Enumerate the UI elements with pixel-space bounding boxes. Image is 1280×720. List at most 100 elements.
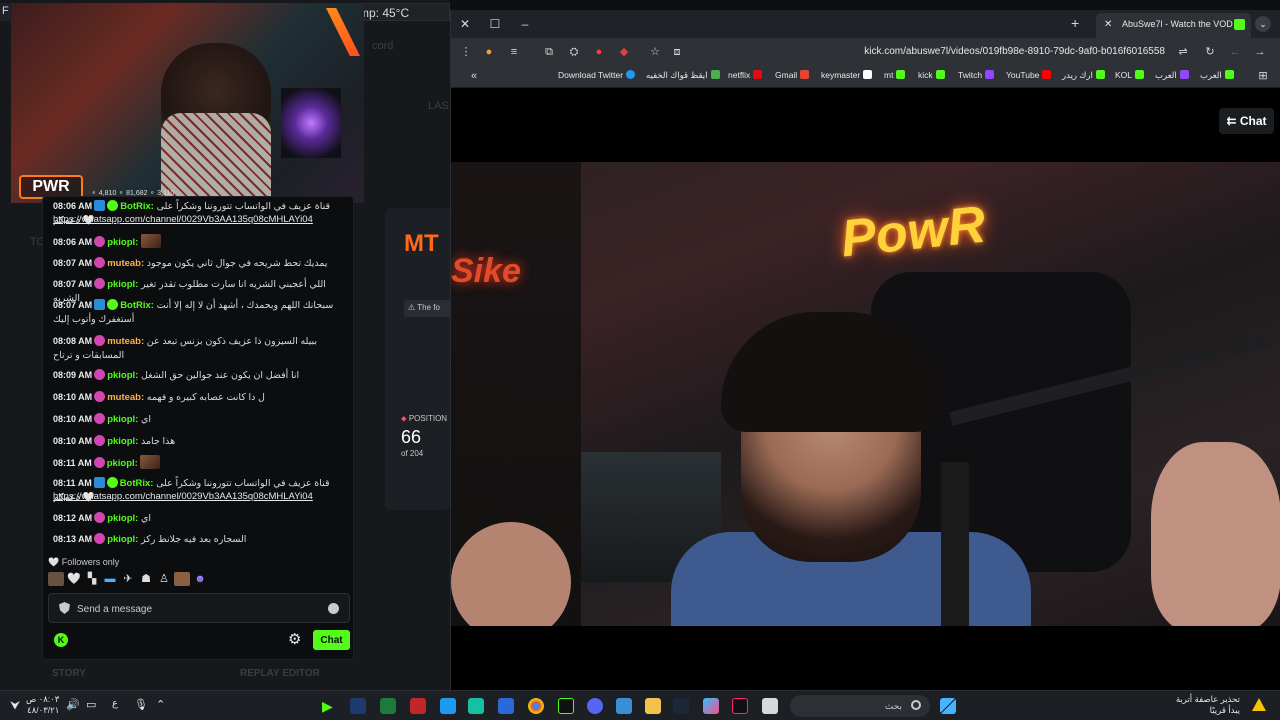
taskbar-search[interactable]: بحث xyxy=(790,695,930,717)
bookmark-item[interactable]: netflix xyxy=(728,70,763,80)
reload-icon[interactable]: ↻ xyxy=(1202,44,1218,60)
gmail-icon xyxy=(800,70,810,79)
bookmark-label: mt xyxy=(884,70,894,80)
message-username[interactable]: muteab: xyxy=(107,258,144,269)
photos-icon[interactable] xyxy=(498,698,514,714)
message-username[interactable]: pkiopl: xyxy=(107,237,138,248)
message-username[interactable]: pkiopl: xyxy=(107,414,138,425)
extension-tag-icon[interactable]: ◆ xyxy=(616,44,632,60)
menu-dots-icon[interactable]: ⋮ xyxy=(458,44,474,60)
steam-icon[interactable] xyxy=(673,698,689,714)
video-frame[interactable]: Sike PowR xyxy=(451,162,1280,626)
car-emote[interactable]: ▬ xyxy=(102,572,118,586)
mic-icon[interactable]: 🎙 xyxy=(134,698,150,714)
app-icon[interactable] xyxy=(703,698,719,714)
app-icon[interactable] xyxy=(762,698,778,714)
bookmark-star-icon[interactable]: ☆ xyxy=(647,44,663,60)
bookmark-item[interactable]: Twitch xyxy=(958,70,995,80)
message-username[interactable]: pkiopl: xyxy=(107,279,138,290)
clock[interactable]: ٠٨:٠٣ ص ٤٨/٠٣/٢١ xyxy=(26,694,59,716)
play-app-icon[interactable]: ▶ xyxy=(322,698,338,714)
message-username[interactable]: pkiopl: xyxy=(107,513,138,524)
close-window-icon[interactable]: ✕ xyxy=(457,16,473,32)
bookmark-item[interactable]: Download Twitter xyxy=(558,70,636,80)
twitter-app-icon[interactable] xyxy=(440,698,456,714)
back-icon[interactable]: → xyxy=(1252,44,1268,60)
reading-list-icon[interactable]: ≡ xyxy=(506,44,522,60)
minimize-window-icon[interactable]: – xyxy=(517,16,533,32)
emote[interactable]: ✈ xyxy=(120,572,136,586)
kick-logo-icon[interactable]: K xyxy=(54,633,68,647)
site-settings-icon[interactable]: ⇌ xyxy=(1175,44,1191,60)
message-username[interactable]: BotRix: xyxy=(120,201,154,212)
emote[interactable]: ▚ xyxy=(84,572,100,586)
bookmark-item[interactable]: ايقظ قواك الخفيه xyxy=(646,70,720,81)
message-username[interactable]: pkiopl: xyxy=(107,370,138,381)
discord-icon[interactable] xyxy=(587,698,603,714)
gear-icon[interactable]: ⚙ xyxy=(288,632,303,647)
browser-tab[interactable]: ✕ AbuSwe7l - Watch the VOD xyxy=(1096,13,1251,38)
tiktok-icon[interactable] xyxy=(732,698,748,714)
chevron-up-icon[interactable]: ⌃ xyxy=(156,698,172,714)
message-username[interactable]: pkiopl: xyxy=(107,458,138,469)
excel-icon[interactable] xyxy=(380,698,396,714)
message-link[interactable]: https://whatsapp.com/channel/0029Vb3AA13… xyxy=(53,491,313,502)
emote[interactable]: ☻ xyxy=(192,572,208,586)
emote[interactable] xyxy=(174,572,190,586)
bookmark-item[interactable]: KOL xyxy=(1115,70,1145,80)
system-tray-icon[interactable]: ⮟ xyxy=(10,698,26,714)
folder-icon[interactable] xyxy=(645,698,661,714)
weather-widget[interactable]: تحذير عاصفة أتربة يبدأ قريبًا xyxy=(1150,694,1240,716)
message-time: 08:07 AM xyxy=(53,300,93,310)
tab-close-icon[interactable]: ✕ xyxy=(1104,19,1112,30)
tab-list-icon[interactable]: ⌄ xyxy=(1255,16,1271,32)
extension-icon[interactable]: ⛭ xyxy=(566,44,582,60)
windows-start-icon[interactable] xyxy=(940,698,956,714)
emoji-icon[interactable] xyxy=(328,603,339,614)
maximize-window-icon[interactable]: ☐ xyxy=(487,16,503,32)
bookmark-item[interactable]: mt xyxy=(884,70,906,80)
emote[interactable] xyxy=(48,572,64,586)
message-username[interactable]: pkiopl: xyxy=(107,534,138,545)
mt-logo: MT xyxy=(404,230,439,257)
extensions-icon[interactable]: ⧉ xyxy=(541,44,557,60)
bookmark-item[interactable]: العرب xyxy=(1155,70,1189,81)
new-tab-icon[interactable]: + xyxy=(1071,15,1079,31)
language-indicator[interactable]: ع xyxy=(112,698,128,714)
replay-editor-tab[interactable]: REPLAY EDITOR xyxy=(240,668,320,679)
app-icon[interactable] xyxy=(468,698,484,714)
profile-icon[interactable]: ● xyxy=(481,44,497,60)
network-icon[interactable]: ▭ xyxy=(86,698,102,714)
video-player[interactable]: ⇇ Chat Sike PowR xyxy=(451,88,1280,690)
message-username[interactable]: BotRix: xyxy=(120,478,154,489)
address-bar[interactable]: kick.com/abuswe7l/videos/019fb98e-8910-7… xyxy=(681,42,1171,62)
message-username[interactable]: muteab: xyxy=(107,336,144,347)
chat-send-button[interactable]: Chat xyxy=(313,630,350,650)
bookmark-item[interactable]: Gmail xyxy=(775,70,810,80)
chat-toggle-button[interactable]: ⇇ Chat xyxy=(1219,108,1274,134)
bookmarks-overflow-icon[interactable]: « xyxy=(466,68,482,84)
heart-emote[interactable]: 🤍 xyxy=(66,572,82,586)
app-icon[interactable] xyxy=(350,698,366,714)
bookmark-item[interactable]: kick xyxy=(918,70,945,80)
message-username[interactable]: pkiopl: xyxy=(107,436,138,447)
chrome-icon[interactable] xyxy=(528,698,544,714)
duck-emote[interactable]: ♙ xyxy=(156,572,172,586)
forward-icon[interactable]: ← xyxy=(1227,44,1243,60)
bookmark-item[interactable]: ارك ريدر xyxy=(1062,70,1105,81)
apps-grid-icon[interactable]: ⊞ xyxy=(1255,68,1271,84)
app-icon[interactable] xyxy=(558,698,574,714)
app-r-icon[interactable] xyxy=(410,698,426,714)
bookmark-item[interactable]: YouTube xyxy=(1006,70,1052,80)
bookmark-item[interactable]: keymaster xyxy=(821,70,873,80)
ghost-emote[interactable]: ☗ xyxy=(138,572,154,586)
store-icon[interactable] xyxy=(616,698,632,714)
volume-icon[interactable]: 🔊 xyxy=(66,698,82,714)
extension-red-icon[interactable]: ● xyxy=(591,44,607,60)
send-message-input[interactable] xyxy=(77,600,317,618)
message-username[interactable]: muteab: xyxy=(107,392,144,403)
bookmark-item[interactable]: العرب xyxy=(1200,70,1234,81)
story-tab[interactable]: STORY xyxy=(52,668,86,679)
message-username[interactable]: BotRix: xyxy=(120,300,154,311)
message-link[interactable]: https://whatsapp.com/channel/0029Vb3AA13… xyxy=(53,214,313,225)
